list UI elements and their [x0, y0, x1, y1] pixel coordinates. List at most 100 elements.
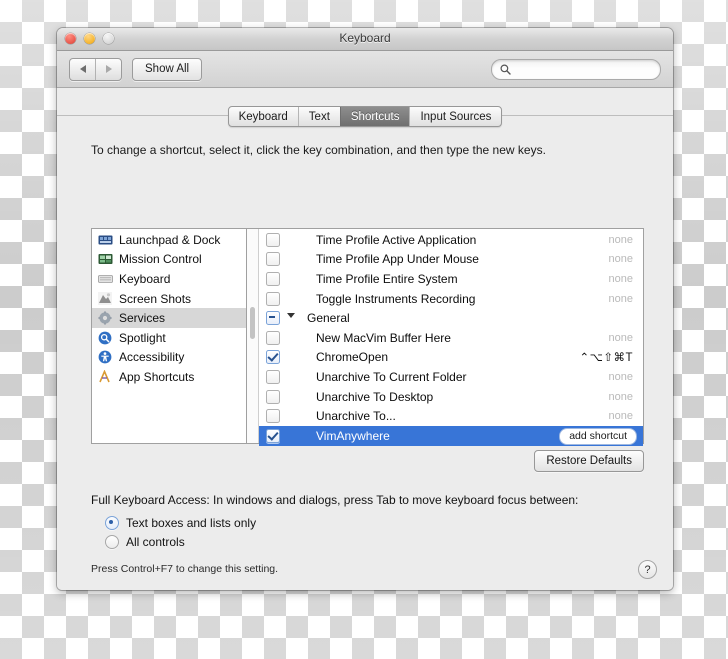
restore-defaults-button[interactable]: Restore Defaults [534, 450, 644, 472]
shortcut-key[interactable]: ⌃⌥⇧⌘T [579, 350, 643, 364]
full-keyboard-access-label: Full Keyboard Access: In windows and dia… [91, 493, 579, 507]
tab-shortcuts[interactable]: Shortcuts [339, 107, 410, 126]
shortcut-key[interactable]: none [609, 253, 643, 265]
chevron-right-icon [105, 65, 112, 73]
window-title: Keyboard [339, 31, 391, 45]
radio-label: Text boxes and lists only [126, 516, 257, 530]
shortcut-list[interactable]: Time Profile Active Application none Tim… [259, 229, 643, 446]
sidebar-item-spotlight[interactable]: Spotlight [92, 328, 246, 348]
sidebar-item-label: Keyboard [119, 271, 171, 286]
shortcut-label: Unarchive To Desktop [316, 389, 434, 404]
radio-indicator[interactable] [105, 535, 119, 549]
shortcut-key[interactable]: none [609, 410, 643, 422]
control-f7-note: Press Control+F7 to change this setting. [91, 563, 279, 575]
shortcut-checkbox[interactable] [266, 252, 280, 267]
navigation-segmented-control [69, 57, 122, 81]
shortcut-key[interactable]: none [609, 332, 643, 344]
spotlight-search-icon [97, 331, 113, 345]
services-gear-icon [97, 311, 113, 325]
sidebar-item-label: Services [119, 311, 166, 326]
shortcut-checkbox[interactable] [266, 232, 280, 247]
scrollbar-thumb[interactable] [250, 307, 255, 339]
shortcut-key[interactable]: none [609, 371, 643, 383]
table-group-row[interactable]: General [259, 308, 643, 328]
table-row[interactable]: Unarchive To... none [259, 406, 643, 426]
table-row[interactable]: Unarchive To Desktop none [259, 387, 643, 407]
table-row[interactable]: Unarchive To Current Folder none [259, 367, 643, 387]
search-field[interactable] [491, 59, 661, 80]
table-row[interactable]: Time Profile Active Application none [259, 230, 643, 250]
group-label: General [307, 311, 350, 326]
search-input[interactable] [515, 62, 637, 77]
tab-group: Keyboard Text Shortcuts Input Sources [227, 106, 503, 127]
shortcut-label: Time Profile Active Application [316, 232, 477, 247]
back-button[interactable] [70, 59, 95, 80]
shortcut-label: Unarchive To... [316, 409, 396, 424]
instruction-text: To change a shortcut, select it, click t… [91, 143, 546, 157]
keyboard-preferences-window: Keyboard Show All Keyboard Text Shortcut… [57, 28, 673, 590]
shortcut-checkbox[interactable] [266, 389, 280, 404]
shortcut-checkbox[interactable] [266, 369, 280, 384]
sidebar-item-accessibility[interactable]: Accessibility [92, 348, 246, 368]
accessibility-icon [97, 350, 113, 364]
tab-text[interactable]: Text [297, 107, 340, 126]
preference-pane-content: Keyboard Text Shortcuts Input Sources To… [57, 88, 673, 590]
shortcut-checkbox[interactable] [266, 409, 280, 424]
sidebar-item-label: Launchpad & Dock [119, 232, 221, 247]
forward-button[interactable] [95, 58, 121, 80]
chevron-down-icon[interactable] [287, 313, 295, 324]
radio-label: All controls [126, 535, 185, 549]
help-button[interactable]: ? [638, 560, 657, 579]
shortcut-checkbox[interactable] [266, 291, 280, 306]
tab-input-sources[interactable]: Input Sources [409, 107, 501, 126]
shortcut-label: Toggle Instruments Recording [316, 291, 476, 306]
chevron-left-icon [79, 65, 86, 73]
sidebar-item-label: Spotlight [119, 330, 166, 345]
tab-bar: Keyboard Text Shortcuts Input Sources [57, 88, 673, 127]
sidebar-item-screen-shots[interactable]: Screen Shots [92, 289, 246, 309]
shortcut-label: New MacVim Buffer Here [316, 330, 451, 345]
add-shortcut-button[interactable]: add shortcut [559, 427, 637, 445]
shortcut-checkbox[interactable] [266, 428, 280, 443]
shortcut-key[interactable]: none [609, 273, 643, 285]
mission-control-icon [97, 252, 113, 266]
show-all-button[interactable]: Show All [132, 57, 203, 81]
sidebar-item-keyboard[interactable]: Keyboard [92, 269, 246, 289]
left-list-scrollbar[interactable] [247, 229, 259, 443]
shortcut-key[interactable]: none [609, 234, 643, 246]
sidebar-item-launchpad-dock[interactable]: Launchpad & Dock [92, 230, 246, 250]
shortcut-checkbox[interactable] [266, 271, 280, 286]
sidebar-item-app-shortcuts[interactable]: App Shortcuts [92, 367, 246, 387]
shortcut-label: ChromeOpen [316, 350, 389, 365]
window-toolbar: Show All [57, 51, 673, 88]
keyboard-icon [97, 272, 113, 286]
radio-indicator[interactable] [105, 516, 119, 530]
table-row[interactable]: Time Profile Entire System none [259, 269, 643, 289]
sidebar-item-mission-control[interactable]: Mission Control [92, 250, 246, 270]
screen-shots-icon [97, 292, 113, 306]
sidebar-item-label: Mission Control [119, 252, 202, 267]
shortcut-checkbox[interactable] [266, 330, 280, 345]
table-row[interactable]: Toggle Instruments Recording none [259, 289, 643, 309]
sidebar-item-services[interactable]: Services [92, 308, 246, 328]
window-titlebar: Keyboard [57, 28, 673, 51]
radio-all-controls[interactable]: All controls [105, 535, 256, 549]
radio-text-boxes-and-lists-only[interactable]: Text boxes and lists only [105, 516, 256, 530]
shortcut-checkbox[interactable] [266, 350, 280, 365]
category-list[interactable]: Launchpad & Dock Mission Control Keyboar… [92, 229, 247, 443]
shortcut-key[interactable]: none [609, 391, 643, 403]
sidebar-item-label: App Shortcuts [119, 369, 195, 384]
full-keyboard-access-radio-group: Text boxes and lists only All controls [105, 516, 256, 554]
table-row[interactable]: New MacVim Buffer Here none [259, 328, 643, 348]
table-row[interactable]: Time Profile App Under Mouse none [259, 250, 643, 270]
shortcut-label: Time Profile Entire System [316, 271, 458, 286]
tab-keyboard[interactable]: Keyboard [229, 107, 298, 126]
shortcuts-browser: Launchpad & Dock Mission Control Keyboar… [91, 228, 644, 446]
group-checkbox[interactable] [266, 311, 280, 326]
search-icon [500, 64, 511, 75]
table-row[interactable]: ChromeOpen ⌃⌥⇧⌘T [259, 348, 643, 368]
shortcut-key[interactable]: none [609, 293, 643, 305]
sidebar-item-label: Screen Shots [119, 291, 192, 306]
table-row-selected[interactable]: VimAnywhere add shortcut [259, 425, 643, 446]
launchpad-dock-icon [97, 233, 113, 247]
